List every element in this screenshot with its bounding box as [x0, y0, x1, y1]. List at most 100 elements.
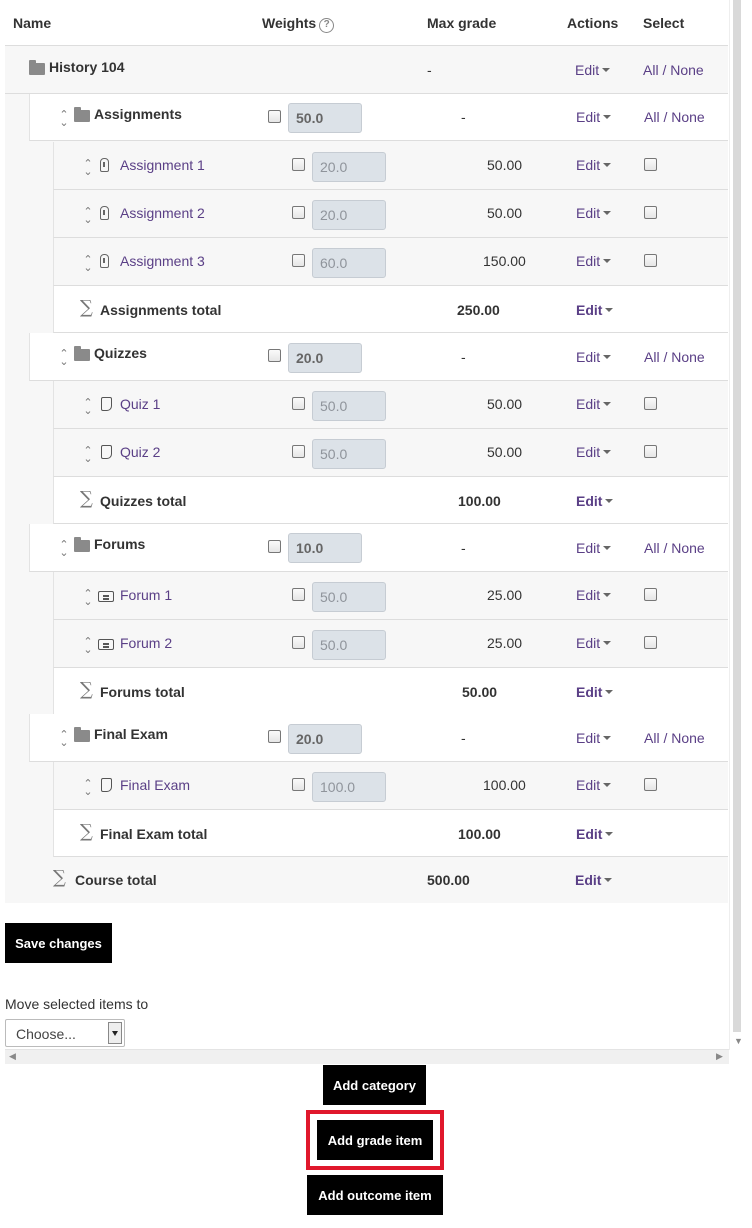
- select-none-link[interactable]: None: [671, 109, 704, 125]
- vertical-scrollbar-thumb[interactable]: [733, 0, 741, 1032]
- category-name: Forums: [94, 536, 146, 552]
- item-edit-menu[interactable]: Edit: [576, 253, 612, 269]
- weight-override-checkbox[interactable]: [292, 636, 305, 649]
- category-edit-menu[interactable]: Edit: [576, 109, 612, 125]
- select-item-checkbox[interactable]: [644, 254, 657, 267]
- select-none-link[interactable]: None: [670, 62, 703, 78]
- category-total-row: ∑ Assignments total 250.00 Edit: [53, 286, 728, 333]
- total-edit-menu[interactable]: Edit: [576, 826, 614, 842]
- category-edit-menu[interactable]: Edit: [576, 349, 612, 365]
- weight-input[interactable]: 50.0: [288, 103, 362, 133]
- scroll-right-arrow-icon[interactable]: ▶: [716, 1051, 723, 1062]
- move-select[interactable]: Choose...: [5, 1019, 125, 1047]
- add-grade-item-button[interactable]: Add grade item: [317, 1120, 433, 1160]
- total-edit-menu[interactable]: Edit: [576, 684, 614, 700]
- select-all-link[interactable]: All: [643, 62, 659, 78]
- weight-override-checkbox[interactable]: [268, 730, 281, 743]
- item-edit-menu[interactable]: Edit: [576, 777, 612, 793]
- item-link-quiz-2[interactable]: Quiz 2: [120, 444, 160, 460]
- move-icon[interactable]: ⌃ ⌄: [83, 398, 93, 417]
- course-total-name: Course total: [75, 872, 157, 888]
- select-all-link[interactable]: All: [644, 730, 660, 746]
- select-item-checkbox[interactable]: [644, 445, 657, 458]
- weight-input[interactable]: 20.0: [312, 200, 386, 230]
- weight-input[interactable]: 10.0: [288, 533, 362, 563]
- select-none-link[interactable]: None: [671, 349, 704, 365]
- weight-input[interactable]: 50.0: [312, 582, 386, 612]
- select-item-checkbox[interactable]: [644, 158, 657, 171]
- move-icon[interactable]: ⌃ ⌄: [83, 159, 93, 178]
- item-link-assignment-3[interactable]: Assignment 3: [120, 253, 205, 269]
- move-icon[interactable]: ⌃ ⌄: [83, 779, 93, 798]
- move-icon[interactable]: ⌃ ⌄: [83, 589, 93, 608]
- item-edit-menu[interactable]: Edit: [576, 205, 612, 221]
- weight-override-checkbox[interactable]: [292, 588, 305, 601]
- save-changes-button[interactable]: Save changes: [5, 923, 112, 963]
- weight-override-checkbox[interactable]: [292, 445, 305, 458]
- select-all-link[interactable]: All: [644, 540, 660, 556]
- weight-input[interactable]: 20.0: [288, 724, 362, 754]
- category-select-all-none: All / None: [644, 730, 705, 746]
- item-link-forum-1[interactable]: Forum 1: [120, 587, 172, 603]
- total-edit-menu[interactable]: Edit: [576, 493, 614, 509]
- weight-override-checkbox[interactable]: [292, 158, 305, 171]
- move-icon[interactable]: ⌃ ⌄: [59, 540, 69, 559]
- move-icon[interactable]: ⌃ ⌄: [59, 110, 69, 129]
- select-item-checkbox[interactable]: [644, 397, 657, 410]
- select-item-checkbox[interactable]: [644, 778, 657, 791]
- move-selected-label: Move selected items to: [5, 996, 149, 1012]
- scroll-left-arrow-icon[interactable]: ◀: [9, 1051, 16, 1062]
- weight-override-checkbox[interactable]: [268, 540, 281, 553]
- item-edit-menu[interactable]: Edit: [576, 444, 612, 460]
- select-item-checkbox[interactable]: [644, 206, 657, 219]
- select-none-link[interactable]: None: [671, 540, 704, 556]
- total-edit-menu[interactable]: Edit: [576, 302, 614, 318]
- move-icon[interactable]: ⌃ ⌄: [83, 255, 93, 274]
- help-icon[interactable]: ?: [319, 18, 335, 33]
- weight-input[interactable]: 50.0: [312, 630, 386, 660]
- item-link-final-exam[interactable]: Final Exam: [120, 777, 190, 793]
- horizontal-scrollbar[interactable]: [5, 1049, 729, 1064]
- category-edit-menu[interactable]: Edit: [576, 730, 612, 746]
- select-all-link[interactable]: All: [644, 109, 660, 125]
- add-outcome-item-button[interactable]: Add outcome item: [307, 1175, 443, 1215]
- dropdown-arrow-icon[interactable]: [108, 1022, 122, 1044]
- item-link-assignment-2[interactable]: Assignment 2: [120, 205, 205, 221]
- select-item-checkbox[interactable]: [644, 588, 657, 601]
- item-link-quiz-1[interactable]: Quiz 1: [120, 396, 160, 412]
- category-row-assignments: ⌃ ⌄ Assignments 50.0 - Edit All / None: [29, 94, 728, 141]
- weight-override-checkbox[interactable]: [268, 349, 281, 362]
- scroll-down-arrow-icon[interactable]: ▼: [734, 1036, 743, 1046]
- weight-input[interactable]: 20.0: [312, 152, 386, 182]
- weight-input[interactable]: 60.0: [312, 248, 386, 278]
- weight-input[interactable]: 50.0: [312, 439, 386, 469]
- category-edit-menu[interactable]: Edit: [576, 540, 612, 556]
- weight-override-checkbox[interactable]: [292, 206, 305, 219]
- select-none-link[interactable]: None: [671, 730, 704, 746]
- course-edit-menu[interactable]: Edit: [575, 62, 611, 78]
- add-category-button[interactable]: Add category: [323, 1065, 426, 1105]
- weight-override-checkbox[interactable]: [292, 778, 305, 791]
- move-icon[interactable]: ⌃ ⌄: [59, 730, 69, 749]
- move-icon[interactable]: ⌃ ⌄: [83, 446, 93, 465]
- select-item-checkbox[interactable]: [644, 636, 657, 649]
- item-row: ⌃ ⌄ Forum 1 50.0 25.00 Edit: [53, 572, 728, 620]
- move-icon[interactable]: ⌃ ⌄: [83, 207, 93, 226]
- select-all-link[interactable]: All: [644, 349, 660, 365]
- move-icon[interactable]: ⌃ ⌄: [83, 637, 93, 656]
- course-total-edit-menu[interactable]: Edit: [575, 872, 613, 888]
- item-edit-menu[interactable]: Edit: [576, 587, 612, 603]
- weight-input[interactable]: 50.0: [312, 391, 386, 421]
- weight-override-checkbox[interactable]: [292, 397, 305, 410]
- item-edit-menu[interactable]: Edit: [576, 157, 612, 173]
- item-edit-menu[interactable]: Edit: [576, 396, 612, 412]
- sigma-icon: ∑: [80, 679, 93, 700]
- move-icon[interactable]: ⌃ ⌄: [59, 349, 69, 368]
- item-edit-menu[interactable]: Edit: [576, 635, 612, 651]
- weight-override-checkbox[interactable]: [268, 110, 281, 123]
- item-link-forum-2[interactable]: Forum 2: [120, 635, 172, 651]
- weight-override-checkbox[interactable]: [292, 254, 305, 267]
- weight-input[interactable]: 100.0: [312, 772, 386, 802]
- weight-input[interactable]: 20.0: [288, 343, 362, 373]
- item-link-assignment-1[interactable]: Assignment 1: [120, 157, 205, 173]
